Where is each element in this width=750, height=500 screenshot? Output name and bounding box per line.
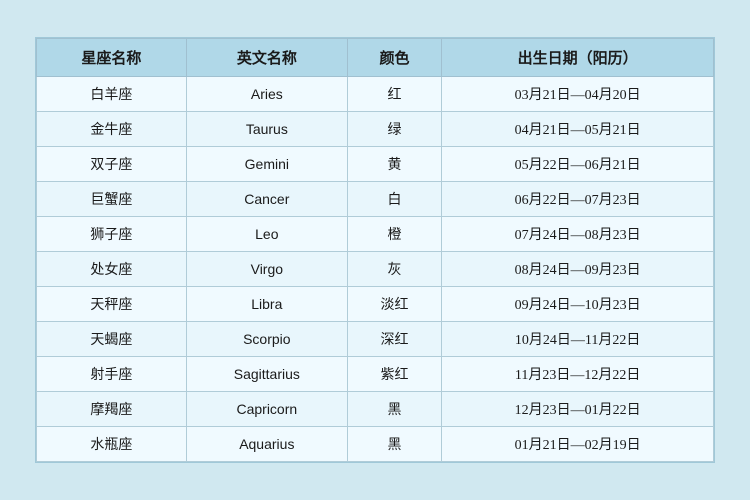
cell-color: 白 xyxy=(347,182,441,217)
cell-dates: 08月24日—09月23日 xyxy=(442,252,714,287)
cell-dates: 07月24日—08月23日 xyxy=(442,217,714,252)
cell-chinese-name: 白羊座 xyxy=(37,77,187,112)
cell-color: 紫红 xyxy=(347,357,441,392)
cell-chinese-name: 摩羯座 xyxy=(37,392,187,427)
cell-english-name: Aries xyxy=(186,77,347,112)
table-row: 摩羯座Capricorn黑12月23日—01月22日 xyxy=(37,392,714,427)
table-row: 双子座Gemini黄05月22日—06月21日 xyxy=(37,147,714,182)
cell-chinese-name: 处女座 xyxy=(37,252,187,287)
table-row: 天秤座Libra淡红09月24日—10月23日 xyxy=(37,287,714,322)
cell-chinese-name: 巨蟹座 xyxy=(37,182,187,217)
cell-color: 黑 xyxy=(347,392,441,427)
table-row: 射手座Sagittarius紫红11月23日—12月22日 xyxy=(37,357,714,392)
cell-dates: 10月24日—11月22日 xyxy=(442,322,714,357)
cell-chinese-name: 狮子座 xyxy=(37,217,187,252)
cell-english-name: Aquarius xyxy=(186,427,347,462)
cell-dates: 04月21日—05月21日 xyxy=(442,112,714,147)
cell-dates: 03月21日—04月20日 xyxy=(442,77,714,112)
cell-english-name: Capricorn xyxy=(186,392,347,427)
cell-dates: 09月24日—10月23日 xyxy=(442,287,714,322)
table-row: 巨蟹座Cancer白06月22日—07月23日 xyxy=(37,182,714,217)
cell-english-name: Leo xyxy=(186,217,347,252)
cell-chinese-name: 天蝎座 xyxy=(37,322,187,357)
cell-color: 灰 xyxy=(347,252,441,287)
table-row: 天蝎座Scorpio深红10月24日—11月22日 xyxy=(37,322,714,357)
zodiac-table: 星座名称 英文名称 颜色 出生日期（阳历） 白羊座Aries红03月21日—04… xyxy=(36,38,714,462)
table-body: 白羊座Aries红03月21日—04月20日金牛座Taurus绿04月21日—0… xyxy=(37,77,714,462)
cell-dates: 12月23日—01月22日 xyxy=(442,392,714,427)
cell-chinese-name: 金牛座 xyxy=(37,112,187,147)
cell-color: 深红 xyxy=(347,322,441,357)
table-row: 白羊座Aries红03月21日—04月20日 xyxy=(37,77,714,112)
header-dates: 出生日期（阳历） xyxy=(442,39,714,77)
cell-dates: 01月21日—02月19日 xyxy=(442,427,714,462)
cell-color: 黑 xyxy=(347,427,441,462)
cell-chinese-name: 射手座 xyxy=(37,357,187,392)
table-row: 水瓶座Aquarius黑01月21日—02月19日 xyxy=(37,427,714,462)
cell-english-name: Taurus xyxy=(186,112,347,147)
cell-english-name: Scorpio xyxy=(186,322,347,357)
cell-color: 黄 xyxy=(347,147,441,182)
cell-english-name: Libra xyxy=(186,287,347,322)
cell-color: 淡红 xyxy=(347,287,441,322)
table-row: 金牛座Taurus绿04月21日—05月21日 xyxy=(37,112,714,147)
cell-chinese-name: 双子座 xyxy=(37,147,187,182)
cell-dates: 05月22日—06月21日 xyxy=(442,147,714,182)
cell-english-name: Sagittarius xyxy=(186,357,347,392)
cell-color: 橙 xyxy=(347,217,441,252)
table-row: 狮子座Leo橙07月24日—08月23日 xyxy=(37,217,714,252)
header-english-name: 英文名称 xyxy=(186,39,347,77)
cell-chinese-name: 天秤座 xyxy=(37,287,187,322)
cell-dates: 11月23日—12月22日 xyxy=(442,357,714,392)
zodiac-table-container: 星座名称 英文名称 颜色 出生日期（阳历） 白羊座Aries红03月21日—04… xyxy=(35,37,715,463)
header-chinese-name: 星座名称 xyxy=(37,39,187,77)
cell-color: 红 xyxy=(347,77,441,112)
cell-english-name: Virgo xyxy=(186,252,347,287)
table-row: 处女座Virgo灰08月24日—09月23日 xyxy=(37,252,714,287)
cell-english-name: Cancer xyxy=(186,182,347,217)
header-color: 颜色 xyxy=(347,39,441,77)
table-header-row: 星座名称 英文名称 颜色 出生日期（阳历） xyxy=(37,39,714,77)
cell-color: 绿 xyxy=(347,112,441,147)
cell-chinese-name: 水瓶座 xyxy=(37,427,187,462)
cell-english-name: Gemini xyxy=(186,147,347,182)
cell-dates: 06月22日—07月23日 xyxy=(442,182,714,217)
